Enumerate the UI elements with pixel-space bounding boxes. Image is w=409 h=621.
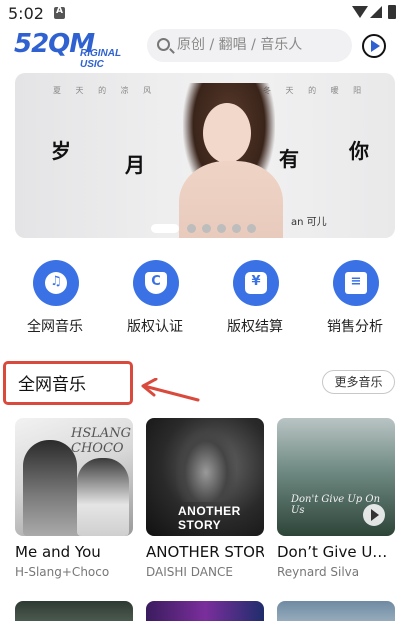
banner-char: 岁 [51, 139, 71, 163]
carousel-dot[interactable] [232, 224, 241, 233]
action-copyright-settlement[interactable]: 版权结算 [213, 258, 297, 338]
carousel-dot[interactable] [247, 224, 256, 233]
card-artist: H-Slang+Choco [15, 565, 110, 579]
banner-artist-photo [165, 83, 295, 238]
card-title: ANOTHER STOR [146, 543, 264, 561]
carousel-dot[interactable] [202, 224, 211, 233]
album-cover[interactable]: Don't Give Up On Us [277, 418, 395, 536]
album-cover[interactable]: ANOTHER STORY [146, 418, 264, 536]
cover-text: HSLANG CHOCO [71, 426, 132, 456]
album-cover-partial[interactable] [15, 601, 133, 621]
banner-char: 你 [349, 139, 369, 163]
section-title: 全网音乐 [18, 375, 86, 395]
yuan-wallet-icon [233, 260, 279, 306]
action-label: 版权认证 [127, 319, 183, 335]
wifi-icon [352, 6, 368, 18]
copyright-shield-icon [133, 260, 179, 306]
carousel-dot[interactable] [217, 224, 226, 233]
carousel-dot-active[interactable] [151, 224, 179, 233]
card-title: Me and You [15, 543, 101, 561]
status-time: 5:02 [8, 4, 44, 23]
action-copyright-cert[interactable]: 版权认证 [113, 258, 197, 338]
search-icon [157, 38, 170, 51]
status-bar: 5:02 [0, 0, 409, 28]
carousel-dot[interactable] [187, 224, 196, 233]
banner-poem-left: 夏 天 的 凉 风 [53, 86, 158, 95]
card-artist: DAISHI DANCE [146, 565, 233, 579]
card-artist: Reynard Silva [277, 565, 360, 579]
banner-char: 有 [279, 147, 299, 171]
card-title: Don’t Give U… [277, 543, 388, 561]
carousel-indicator [151, 224, 281, 234]
action-sales-analysis[interactable]: 销售分析 [313, 258, 397, 338]
action-label: 销售分析 [327, 319, 383, 335]
annotation-arrow-icon [141, 378, 200, 402]
cover-text: ANOTHER STORY [178, 504, 241, 532]
more-music-button[interactable]: 更多音乐 [322, 370, 395, 394]
album-cover[interactable]: HSLANG CHOCO [15, 418, 133, 536]
play-icon[interactable] [363, 504, 385, 526]
album-cover-partial[interactable] [277, 601, 395, 621]
search-bar[interactable] [147, 29, 352, 62]
action-label: 全网音乐 [27, 319, 83, 335]
music-disc-icon [33, 260, 79, 306]
player-play-icon[interactable] [362, 34, 386, 58]
signal-icon [370, 6, 382, 18]
action-label: 版权结算 [227, 319, 283, 335]
logo-subtitle: RIGINAL USIC [80, 48, 121, 70]
action-all-music[interactable]: 全网音乐 [13, 258, 97, 338]
section-highlight-box: 全网音乐 [3, 361, 133, 405]
report-book-icon [333, 260, 379, 306]
battery-icon [388, 5, 396, 19]
quick-actions: 全网音乐 版权认证 版权结算 销售分析 [0, 258, 409, 338]
banner-caption: an 可儿 [291, 217, 327, 228]
app-logo[interactable]: 52QM RIGINAL USIC [14, 29, 138, 70]
album-cover-partial[interactable] [146, 601, 264, 621]
search-input[interactable] [177, 35, 345, 55]
promo-banner[interactable]: 夏 天 的 凉 风 冬 天 的 暖 阳 岁 月 有 你 an 可儿 [15, 73, 395, 238]
sim-notification-icon [54, 6, 65, 19]
top-header: 52QM RIGINAL USIC [0, 28, 409, 70]
banner-char: 月 [125, 153, 145, 177]
